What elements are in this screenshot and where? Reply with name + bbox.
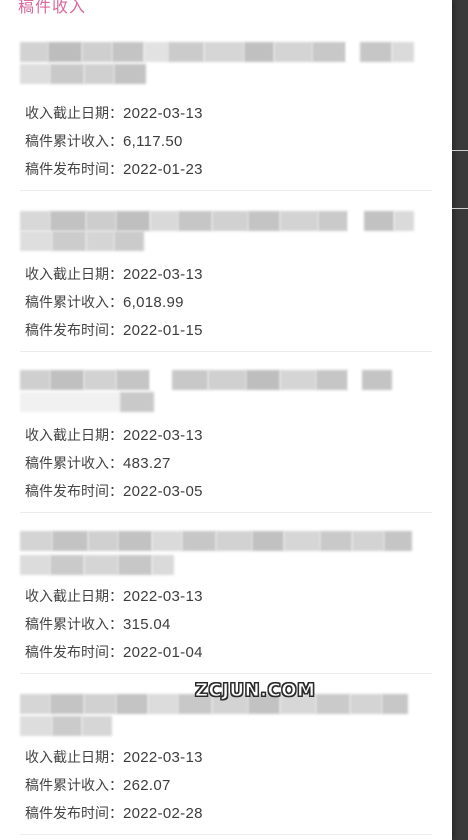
article-item[interactable]: 收入截止日期：2022-03-13 稿件累计收入：315.04 稿件发布时间：2… bbox=[20, 513, 432, 674]
publish-time-field: 稿件发布时间：2022-01-04 bbox=[25, 644, 203, 661]
article-title-blurred-line2 bbox=[20, 231, 144, 251]
article-title-blurred-line2 bbox=[20, 392, 154, 412]
total-income-field: 稿件累计收入：315.04 bbox=[25, 616, 171, 633]
article-item[interactable]: 收入截止日期：2022-03-13 稿件累计收入：6,117.50 稿件发布时间… bbox=[20, 30, 432, 191]
total-income-field: 稿件累计收入：483.27 bbox=[25, 455, 171, 472]
total-income-field: 稿件累计收入：262.07 bbox=[25, 777, 171, 794]
publish-time-field: 稿件发布时间：2022-01-15 bbox=[25, 322, 203, 339]
article-title-blurred-line2 bbox=[20, 716, 112, 736]
income-panel: 稿件收入 收入截止日期：2022-03-13 稿件累计收入：6,117.50 稿… bbox=[0, 0, 452, 840]
publish-time-field: 稿件发布时间：2022-01-23 bbox=[25, 161, 203, 178]
page-title: 稿件收入 bbox=[18, 0, 87, 16]
background-divider bbox=[452, 208, 468, 209]
article-item[interactable]: 收入截止日期：2022-03-13 稿件累计收入：483.27 稿件发布时间：2… bbox=[20, 352, 432, 513]
article-title-blurred bbox=[20, 211, 414, 231]
publish-time-field: 稿件发布时间：2022-03-05 bbox=[25, 483, 203, 500]
article-title-blurred bbox=[20, 42, 414, 62]
deadline-field: 收入截止日期：2022-03-13 bbox=[25, 105, 203, 122]
deadline-field: 收入截止日期：2022-03-13 bbox=[25, 588, 203, 605]
deadline-field: 收入截止日期：2022-03-13 bbox=[25, 427, 203, 444]
watermark: ZCJUN.COM bbox=[194, 680, 316, 702]
article-title-blurred bbox=[20, 531, 412, 551]
total-income-field: 稿件累计收入：6,018.99 bbox=[25, 294, 184, 311]
article-title-blurred-line2 bbox=[20, 64, 146, 84]
background-divider bbox=[452, 150, 468, 151]
total-income-field: 稿件累计收入：6,117.50 bbox=[25, 133, 183, 150]
article-item[interactable]: 收入截止日期：2022-03-13 稿件累计收入：6,018.99 稿件发布时间… bbox=[20, 191, 432, 352]
article-title-blurred-line2 bbox=[20, 555, 174, 575]
publish-time-field: 稿件发布时间：2022-02-28 bbox=[25, 805, 203, 822]
deadline-field: 收入截止日期：2022-03-13 bbox=[25, 266, 203, 283]
article-title-blurred bbox=[20, 370, 392, 390]
deadline-field: 收入截止日期：2022-03-13 bbox=[25, 749, 203, 766]
